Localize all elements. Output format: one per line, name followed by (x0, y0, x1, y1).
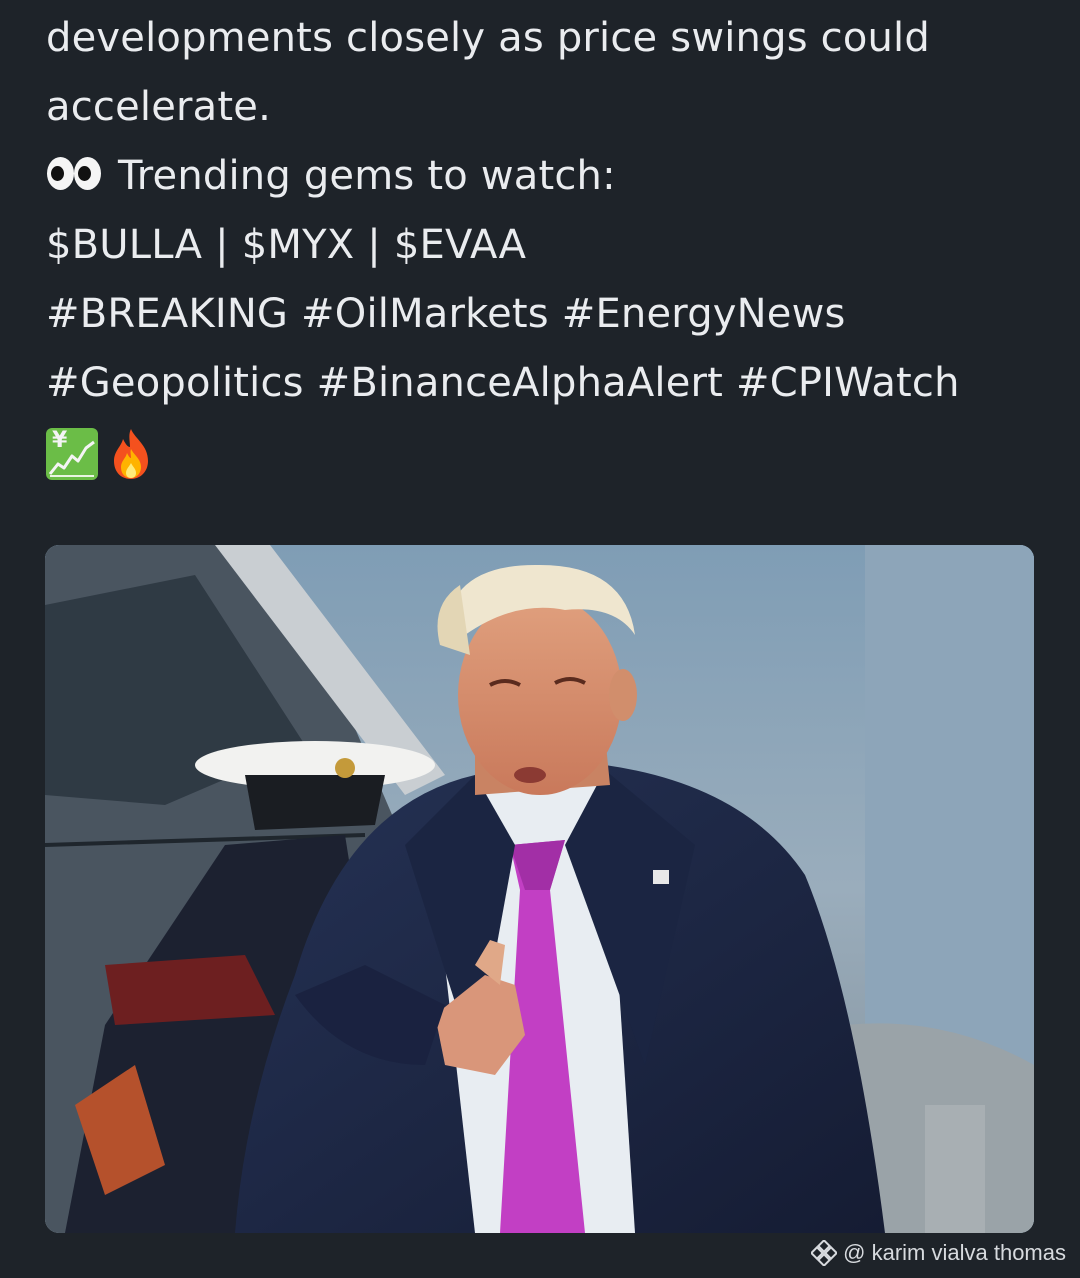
trailing-emojis: ¥ (46, 424, 1046, 484)
watermark-text: @ karim vialva thomas (843, 1240, 1066, 1265)
post-body: developments closely as price swings cou… (46, 4, 1046, 484)
chart-increasing-yen-icon: ¥ (46, 428, 98, 480)
ticker-list[interactable]: $BULLA | $MYX | $EVAA (46, 211, 1046, 280)
binance-logo-icon (811, 1240, 838, 1266)
hashtag-line[interactable]: #Geopolitics #BinanceAlphaAlert #CPIWatc… (46, 349, 1046, 418)
post-text-line: developments closely as price swings cou… (46, 15, 930, 61)
hashtag-line[interactable]: #BREAKING #OilMarkets #EnergyNews (46, 280, 1046, 349)
post-image[interactable] (45, 545, 1034, 1233)
trending-label: Trending gems to watch: (118, 153, 616, 199)
fire-icon (114, 429, 148, 479)
eyes-emoji-icon (46, 153, 104, 193)
post-text-line: Trending gems to watch: (46, 142, 1046, 211)
watermark: @ karim vialva thomas (811, 1238, 1066, 1268)
post-text-line: accelerate. (46, 84, 271, 130)
